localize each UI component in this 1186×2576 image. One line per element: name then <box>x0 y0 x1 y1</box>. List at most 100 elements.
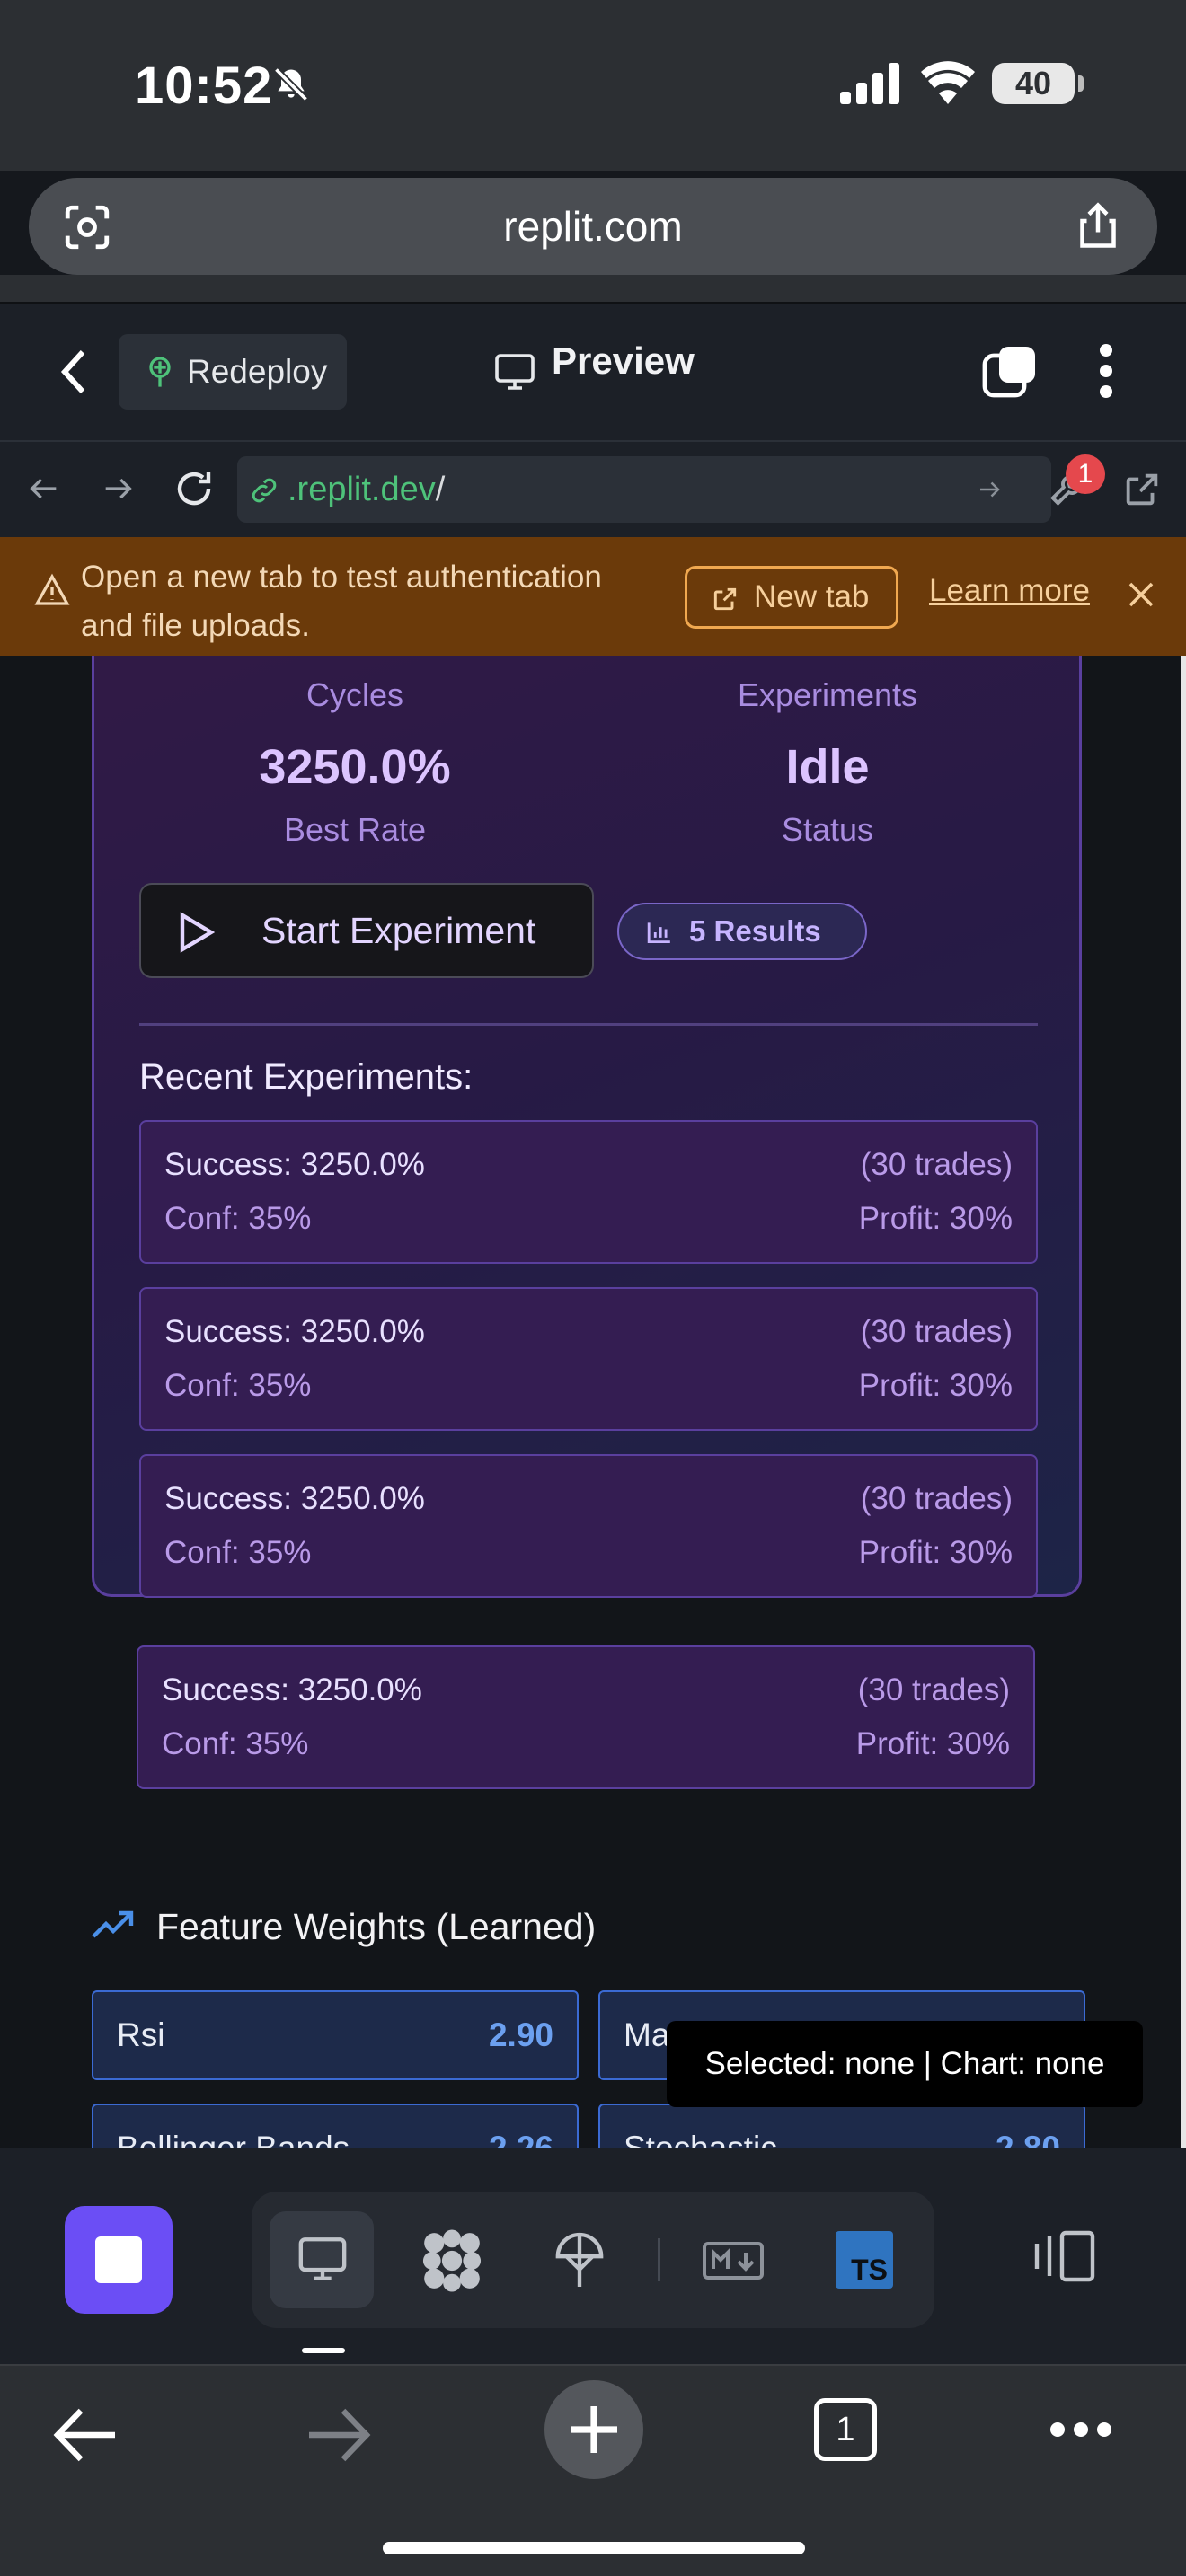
close-icon[interactable] <box>1125 578 1157 615</box>
experiment-profit: Profit: 30% <box>858 1535 1013 1570</box>
bar-chart-icon <box>646 921 673 948</box>
deploy-icon <box>555 2232 604 2287</box>
selection-tooltip: Selected: none | Chart: none <box>667 2021 1143 2107</box>
cycles-label: Cycles <box>305 676 404 713</box>
results-label: 5 Results <box>689 914 821 948</box>
browser-toolbar: 1 <box>0 2364 1186 2576</box>
recent-experiments-title: Recent Experiments: <box>139 1057 474 1097</box>
plus-icon <box>571 2406 617 2453</box>
feature-weight: 2.90 <box>488 2016 553 2053</box>
share-icon[interactable] <box>1071 198 1125 258</box>
preview-nav-bar: .replit.dev/ 1 <box>0 440 1186 537</box>
browser-forward-icon[interactable] <box>305 2407 372 2467</box>
stop-button[interactable] <box>65 2206 173 2314</box>
tool-typescript-tab[interactable]: TS <box>836 2231 893 2289</box>
status-label: Status <box>781 811 874 848</box>
replit-toolbar: TS <box>0 2148 1186 2364</box>
feature-name: Bollinger Bands <box>117 2130 350 2148</box>
browser-address-bar[interactable]: replit.com <box>29 178 1157 275</box>
active-tool-indicator <box>302 2348 345 2353</box>
scrollbar[interactable] <box>1181 656 1186 2148</box>
status-time: 10:52 <box>135 57 273 115</box>
feature-weight-card: Bollinger Bands 2.26 <box>92 2104 579 2148</box>
preview-url-field[interactable]: .replit.dev/ <box>237 456 1051 523</box>
experiment-confidence: Conf: 35% <box>164 1368 312 1403</box>
experiment-profit: Profit: 30% <box>858 1368 1013 1403</box>
preview-url-path: / <box>435 471 446 508</box>
preview-url[interactable]: .replit.dev/ <box>288 456 445 523</box>
new-tab-button[interactable]: New tab <box>685 566 898 629</box>
experiment-confidence: Conf: 35% <box>162 1726 309 1761</box>
more-options-icon[interactable] <box>1098 343 1114 403</box>
experiment-success: Success: 3250.0% <box>164 1481 425 1516</box>
go-arrow-icon[interactable] <box>976 476 1003 507</box>
experiment-profit: Profit: 30% <box>858 1201 1013 1236</box>
monitor-icon <box>492 352 537 396</box>
tab-switcher-icon[interactable] <box>981 345 1039 403</box>
open-external-icon <box>711 585 739 618</box>
experiment-confidence: Conf: 35% <box>164 1201 312 1236</box>
typescript-icon: TS <box>851 2254 888 2286</box>
bell-muted-icon <box>271 65 311 109</box>
browser-url[interactable]: replit.com <box>29 178 1157 275</box>
tool-agent-tab[interactable] <box>419 2228 485 2298</box>
auth-warning-banner: Open a new tab to test authentication an… <box>0 537 1186 656</box>
warning-triangle-icon <box>34 573 70 612</box>
experiment-trades: (30 trades) <box>860 1147 1013 1182</box>
trending-up-icon <box>92 1910 135 1945</box>
notification-badge: 1 <box>1066 454 1105 494</box>
agent-icon <box>422 2229 482 2292</box>
best-rate-value: 3250.0% <box>259 740 451 794</box>
open-external-icon[interactable] <box>1121 469 1163 515</box>
play-icon <box>177 912 216 957</box>
monitor-icon <box>296 2235 349 2288</box>
nav-forward-icon[interactable] <box>99 471 137 511</box>
toolbar-layout-icon[interactable] <box>1033 2229 1096 2288</box>
feature-name: Rsi <box>117 2016 165 2053</box>
tool-preview-tab[interactable] <box>270 2211 374 2308</box>
start-experiment-button[interactable]: Start Experiment <box>139 883 594 978</box>
status-value: Idle <box>785 740 870 794</box>
redeploy-label: Redeploy <box>187 353 328 390</box>
new-tab-label: New tab <box>754 579 870 614</box>
replit-header: Redeploy Preview <box>0 302 1186 440</box>
new-tab-plus-button[interactable] <box>544 2380 643 2479</box>
experiments-card: Cycles Experiments 3250.0% Idle Best Rat… <box>92 656 1082 1598</box>
feature-weights-title: Feature Weights (Learned) <box>156 1906 597 1947</box>
tool-tabs: TS <box>252 2192 934 2328</box>
tool-markdown-tab[interactable] <box>703 2242 764 2284</box>
experiment-profit: Profit: 30% <box>855 1726 1010 1761</box>
feature-weight: 2.80 <box>995 2130 1060 2148</box>
link-icon <box>248 474 280 511</box>
experiment-trades: (30 trades) <box>860 1481 1013 1516</box>
preview-title: Preview <box>552 340 695 382</box>
markdown-icon <box>703 2242 764 2280</box>
home-indicator <box>383 2542 805 2554</box>
feature-weight: 2.26 <box>488 2130 553 2148</box>
results-button[interactable]: 5 Results <box>617 903 867 960</box>
experiment-trades: (30 trades) <box>857 1672 1010 1707</box>
reload-icon[interactable] <box>173 467 216 515</box>
back-chevron-icon[interactable] <box>56 345 92 403</box>
stop-icon <box>95 2236 142 2283</box>
experiment-success: Success: 3250.0% <box>164 1314 425 1349</box>
feature-name: Stochastic <box>624 2130 777 2148</box>
nav-back-icon[interactable] <box>25 471 63 511</box>
tool-deploy-tab[interactable] <box>553 2229 606 2297</box>
tab-count-button[interactable]: 1 <box>814 2398 877 2461</box>
cellular-signal-icon <box>840 63 901 109</box>
experiment-item: Success: 3250.0% (30 trades) Conf: 35% P… <box>139 1120 1038 1264</box>
toolbar-separator <box>658 2238 660 2281</box>
experiment-success: Success: 3250.0% <box>162 1672 422 1707</box>
best-rate-label: Best Rate <box>283 811 427 848</box>
deploy-icon <box>142 354 178 394</box>
section-divider <box>139 1023 1038 1026</box>
experiment-success: Success: 3250.0% <box>164 1147 425 1182</box>
redeploy-button[interactable]: Redeploy <box>119 334 347 410</box>
experiment-confidence: Conf: 35% <box>164 1535 312 1570</box>
start-experiment-label: Start Experiment <box>261 910 536 951</box>
browser-chrome-edge <box>0 275 1186 302</box>
more-menu-icon[interactable] <box>1049 2422 1112 2442</box>
browser-back-icon[interactable] <box>52 2407 119 2467</box>
learn-more-link[interactable]: Learn more <box>929 573 1090 609</box>
